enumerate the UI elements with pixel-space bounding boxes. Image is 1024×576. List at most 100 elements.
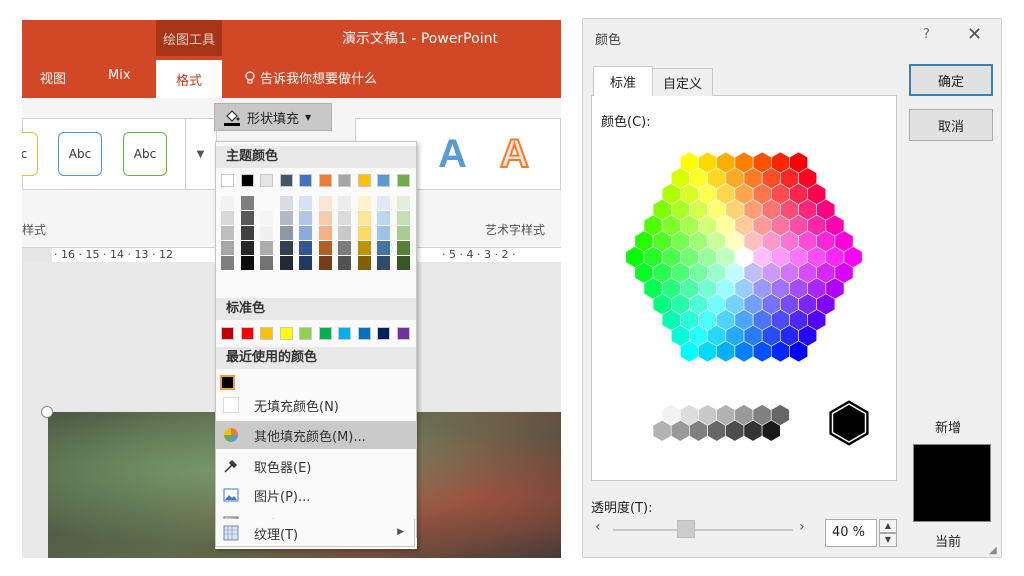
theme-color-swatch[interactable] <box>338 174 351 187</box>
spin-down-button[interactable]: ▼ <box>879 533 897 547</box>
standard-color-swatch[interactable] <box>299 327 312 340</box>
shape-style-yellow[interactable]: Abc <box>22 132 38 176</box>
tab-format[interactable]: 格式 <box>156 60 222 98</box>
theme-color-shade[interactable] <box>338 226 351 240</box>
theme-color-shade[interactable] <box>299 241 312 255</box>
slider-right-arrow-icon[interactable]: › <box>799 519 805 535</box>
standard-color-swatch[interactable] <box>377 327 390 340</box>
theme-color-shade[interactable] <box>377 211 390 225</box>
theme-color-shade[interactable] <box>299 226 312 240</box>
theme-color-swatch[interactable] <box>318 174 332 187</box>
theme-color-shade[interactable] <box>318 226 332 240</box>
theme-color-shade[interactable] <box>260 256 273 270</box>
standard-color-swatch[interactable] <box>240 327 254 340</box>
theme-color-shade[interactable] <box>396 196 410 210</box>
theme-color-shade[interactable] <box>279 241 293 255</box>
theme-color-shade[interactable] <box>318 196 332 210</box>
theme-color-shade[interactable] <box>357 226 371 240</box>
help-button[interactable]: ? <box>923 27 930 42</box>
theme-color-shade[interactable] <box>377 256 390 270</box>
theme-color-shade[interactable] <box>318 211 332 225</box>
standard-color-swatch[interactable] <box>279 327 293 340</box>
more-fill-colors-item[interactable]: 其他填充颜色(M)... <box>216 421 416 449</box>
shape-style-blue[interactable]: Abc <box>58 132 102 176</box>
theme-color-shade[interactable] <box>357 196 371 210</box>
theme-color-shade[interactable] <box>299 196 312 210</box>
recent-color-black[interactable] <box>220 375 235 390</box>
theme-color-shade[interactable] <box>318 241 332 255</box>
theme-color-shade[interactable] <box>357 211 371 225</box>
theme-color-shade[interactable] <box>357 256 371 270</box>
theme-color-shade[interactable] <box>240 226 254 240</box>
theme-color-swatch[interactable] <box>396 174 410 187</box>
standard-color-swatch[interactable] <box>396 327 410 340</box>
tab-custom[interactable]: 自定义 <box>653 68 713 96</box>
theme-color-swatch[interactable] <box>299 174 312 187</box>
gallery-more-button[interactable]: ▼ <box>185 118 215 190</box>
theme-color-shade[interactable] <box>299 256 312 270</box>
wordart-style-orange-outline[interactable]: A <box>499 131 530 177</box>
tab-standard[interactable]: 标准 <box>593 66 653 96</box>
theme-color-shade[interactable] <box>396 256 410 270</box>
theme-color-shade[interactable] <box>338 256 351 270</box>
theme-color-shade[interactable] <box>240 211 254 225</box>
theme-color-shade[interactable] <box>377 226 390 240</box>
theme-color-shade[interactable] <box>260 226 273 240</box>
theme-color-shade[interactable] <box>357 241 371 255</box>
shape-style-green[interactable]: Abc <box>123 132 167 176</box>
standard-color-swatch[interactable] <box>357 327 371 340</box>
theme-color-shade[interactable] <box>299 211 312 225</box>
no-fill-item[interactable]: 无填充颜色(N) <box>216 391 416 419</box>
theme-color-shade[interactable] <box>221 256 234 270</box>
theme-color-shade[interactable] <box>260 211 273 225</box>
theme-color-swatch[interactable] <box>377 174 390 187</box>
theme-color-shade[interactable] <box>396 226 410 240</box>
selected-black-hex[interactable] <box>829 400 869 446</box>
theme-color-shade[interactable] <box>279 256 293 270</box>
slider-thumb[interactable] <box>677 520 695 538</box>
theme-color-shade[interactable] <box>260 241 273 255</box>
theme-color-shade[interactable] <box>396 241 410 255</box>
picture-fill-item[interactable]: 图片(P)... <box>216 481 416 509</box>
texture-menu-item[interactable]: 纹理(T) ▶ <box>215 519 415 547</box>
tab-view[interactable]: 视图 <box>40 68 66 87</box>
tell-me-search[interactable]: 告诉我你想要做什么 <box>244 68 377 87</box>
theme-color-shade[interactable] <box>260 196 273 210</box>
theme-color-shade[interactable] <box>338 241 351 255</box>
tab-mix[interactable]: Mix <box>108 68 131 83</box>
standard-color-swatch[interactable] <box>260 327 273 340</box>
ok-button[interactable]: 确定 <box>909 64 993 96</box>
theme-color-shade[interactable] <box>377 241 390 255</box>
selection-handle[interactable] <box>41 406 53 418</box>
theme-color-shade[interactable] <box>240 196 254 210</box>
theme-color-shade[interactable] <box>318 256 332 270</box>
standard-color-swatch[interactable] <box>221 327 234 340</box>
theme-color-shade[interactable] <box>338 196 351 210</box>
theme-color-shade[interactable] <box>279 226 293 240</box>
theme-color-shade[interactable] <box>396 211 410 225</box>
theme-color-shade[interactable] <box>221 241 234 255</box>
eyedropper-item[interactable]: 取色器(E) <box>216 452 416 480</box>
theme-color-shade[interactable] <box>221 226 234 240</box>
transparency-input[interactable]: 40 % <box>825 519 877 547</box>
standard-color-swatch[interactable] <box>338 327 351 340</box>
spin-up-button[interactable]: ▲ <box>879 519 897 533</box>
theme-color-shade[interactable] <box>377 196 390 210</box>
theme-color-shade[interactable] <box>240 241 254 255</box>
theme-color-shade[interactable] <box>221 211 234 225</box>
theme-color-shade[interactable] <box>279 196 293 210</box>
theme-color-shade[interactable] <box>240 256 254 270</box>
theme-color-shade[interactable] <box>338 211 351 225</box>
shape-fill-button[interactable]: 形状填充 ▼ <box>214 103 332 131</box>
theme-color-shade[interactable] <box>221 196 234 210</box>
close-button[interactable]: ✕ <box>967 24 982 45</box>
theme-color-shade[interactable] <box>279 211 293 225</box>
theme-color-swatch[interactable] <box>357 174 371 187</box>
standard-color-swatch[interactable] <box>318 327 332 340</box>
theme-color-swatch[interactable] <box>240 174 254 187</box>
theme-color-swatch[interactable] <box>221 174 234 187</box>
theme-color-swatch[interactable] <box>260 174 273 187</box>
slider-left-arrow-icon[interactable]: ‹ <box>595 519 601 535</box>
cancel-button[interactable]: 取消 <box>909 109 993 141</box>
theme-color-swatch[interactable] <box>279 174 293 187</box>
